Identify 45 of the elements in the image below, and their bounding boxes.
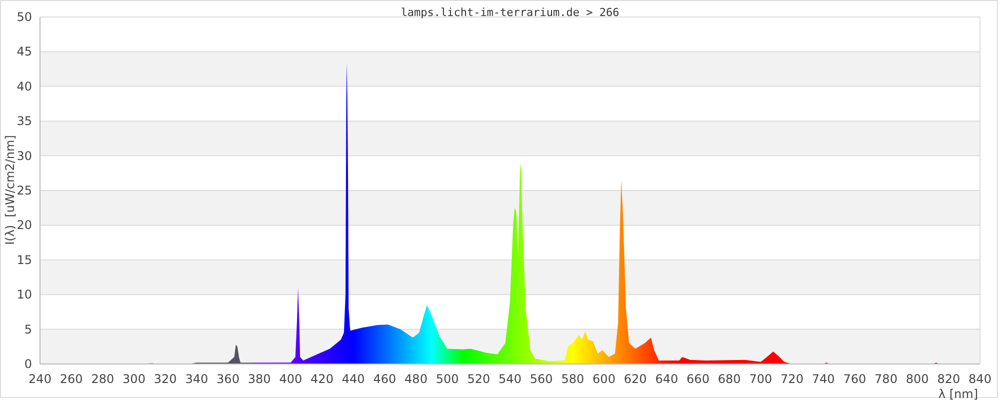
y-tick-label: 15 bbox=[16, 252, 32, 267]
x-tick-label: 240 bbox=[28, 372, 52, 386]
x-tick-label: 580 bbox=[561, 372, 584, 386]
x-tick-label: 520 bbox=[467, 372, 490, 386]
x-tick-label: 340 bbox=[185, 372, 208, 386]
x-tick-label: 400 bbox=[279, 372, 302, 386]
y-tick-label: 20 bbox=[16, 218, 32, 232]
x-tick-label: 680 bbox=[718, 372, 741, 386]
y-tick-label: 40 bbox=[16, 79, 32, 94]
x-tick-label: 700 bbox=[749, 372, 772, 386]
x-tick-label: 820 bbox=[937, 372, 960, 386]
x-tick-label: 720 bbox=[780, 372, 804, 386]
y-tick-label: 35 bbox=[16, 114, 32, 128]
y-tick-label: 45 bbox=[16, 44, 32, 59]
x-tick-label: 780 bbox=[874, 372, 898, 386]
x-tick-label: 760 bbox=[843, 372, 866, 386]
y-axis-label: I(λ) [uW/cm2/nm] bbox=[3, 135, 17, 245]
x-tick-label: 800 bbox=[906, 372, 929, 386]
x-tick-label: 600 bbox=[592, 372, 616, 386]
y-tick-label: 5 bbox=[24, 322, 32, 336]
y-tick-label: 50 bbox=[16, 10, 32, 24]
y-tick-label: 30 bbox=[16, 148, 32, 163]
x-tick-label: 300 bbox=[122, 372, 146, 386]
x-tick-label: 360 bbox=[216, 372, 240, 386]
y-tick-label: 25 bbox=[16, 184, 32, 198]
x-tick-label: 740 bbox=[812, 372, 835, 386]
x-tick-label: 660 bbox=[686, 372, 710, 386]
x-tick-label: 420 bbox=[310, 372, 334, 386]
x-tick-label: 540 bbox=[498, 372, 522, 386]
x-tick-label: 640 bbox=[655, 372, 678, 386]
x-tick-label: 480 bbox=[404, 372, 428, 386]
x-tick-label: 320 bbox=[154, 372, 177, 386]
y-tick-label: 0 bbox=[24, 357, 32, 371]
y-tick-label: 10 bbox=[16, 288, 32, 302]
x-tick-label: 460 bbox=[373, 372, 396, 386]
x-tick-label: 840 bbox=[968, 372, 992, 386]
x-tick-label: 440 bbox=[342, 372, 365, 386]
x-tick-label: 380 bbox=[248, 372, 271, 386]
x-tick-label: 560 bbox=[530, 372, 553, 386]
x-tick-label: 260 bbox=[60, 372, 83, 386]
x-tick-label: 280 bbox=[91, 372, 114, 386]
x-tick-label: 500 bbox=[436, 372, 459, 386]
x-tick-label: 620 bbox=[624, 372, 647, 386]
x-axis-label: λ [nm] bbox=[938, 387, 978, 400]
chart-title: lamps.licht-im-terrarium.de > 266 bbox=[400, 6, 620, 19]
